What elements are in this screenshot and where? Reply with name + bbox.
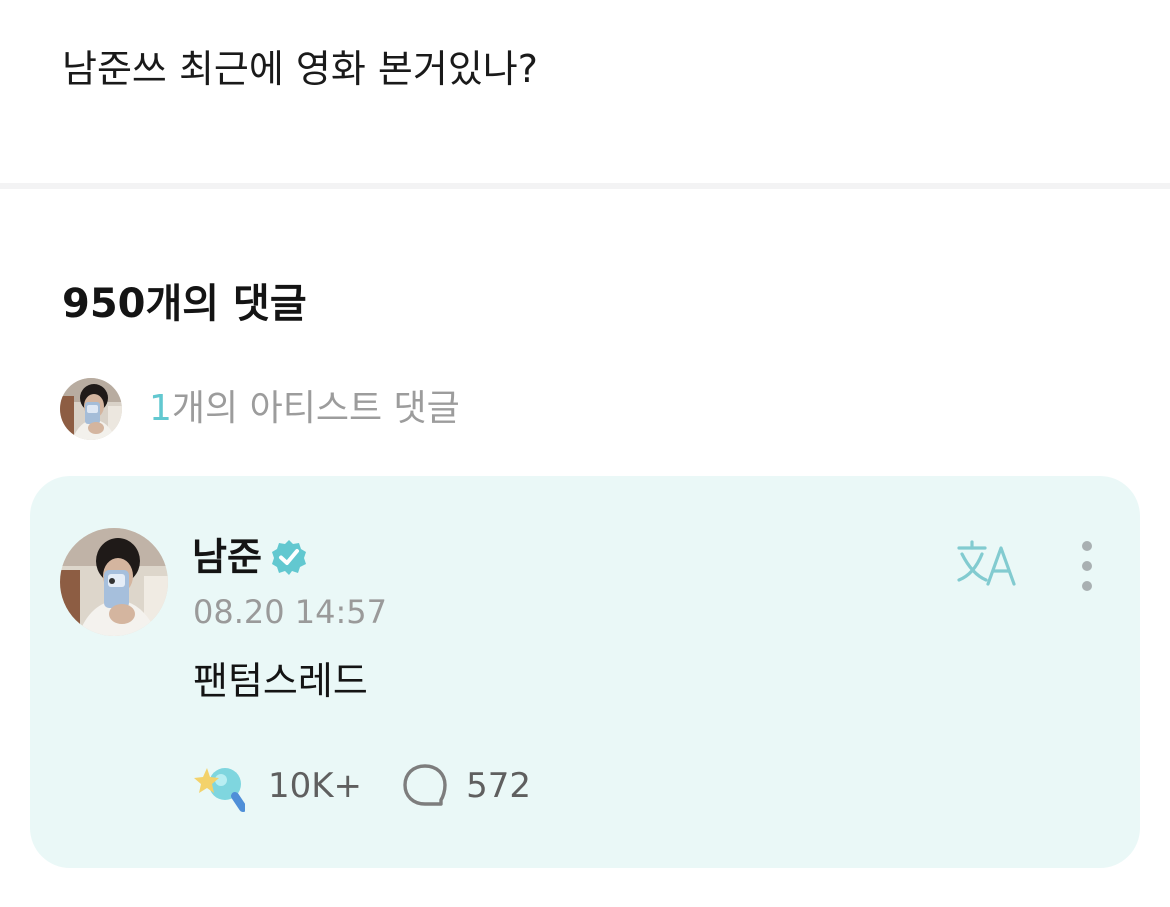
artist-comments-summary[interactable]: 1개의 아티스트 댓글 [60, 378, 460, 440]
comment-card: 남준 08.20 14:57 팬텀스레드 10K+ 572 [30, 476, 1140, 868]
author-name[interactable]: 남준 [192, 532, 262, 582]
speech-bubble-icon [401, 762, 449, 810]
artist-comments-text: 개의 아티스트 댓글 [171, 388, 460, 429]
comment-timestamp: 08.20 14:57 [193, 593, 387, 631]
author-avatar[interactable] [60, 528, 168, 636]
artist-comments-count: 1 [149, 388, 172, 429]
artist-comments-label: 1개의 아티스트 댓글 [149, 385, 460, 433]
translate-icon[interactable] [956, 540, 1018, 588]
like-count: 10K+ [268, 766, 363, 806]
more-vertical-icon[interactable] [1072, 540, 1102, 592]
reply-button[interactable]: 572 [401, 762, 531, 810]
post-text: 남준쓰 최근에 영화 본거있나? [62, 47, 538, 91]
comment-text: 팬텀스레드 [193, 659, 368, 703]
section-divider [0, 183, 1170, 189]
artist-avatar [60, 378, 122, 440]
reply-count: 572 [466, 766, 531, 806]
verified-badge-icon [270, 538, 308, 576]
like-button[interactable]: 10K+ [193, 760, 362, 812]
reaction-row: 10K+ 572 [193, 759, 531, 813]
comments-count-title: 950개의 댓글 [62, 281, 307, 327]
author-row: 남준 [192, 531, 308, 583]
star-lightstick-icon [193, 760, 247, 812]
